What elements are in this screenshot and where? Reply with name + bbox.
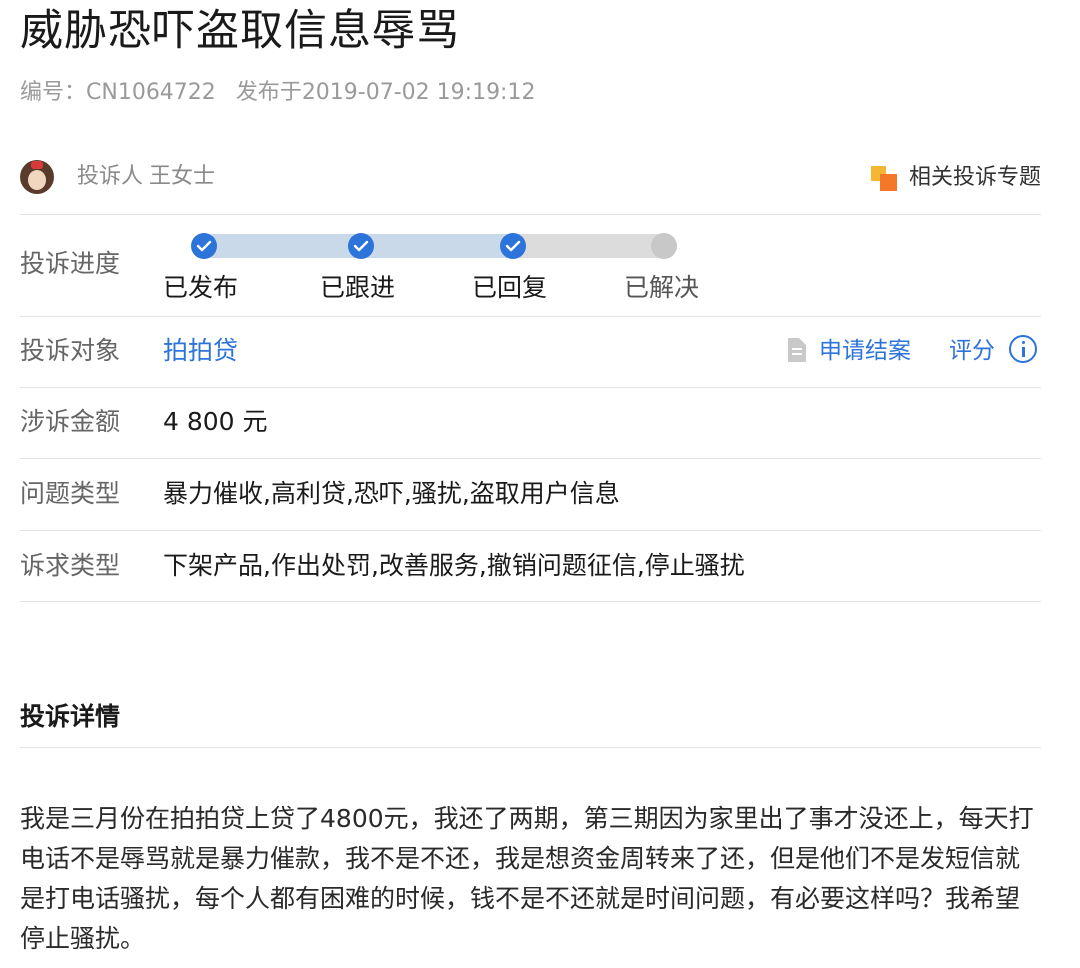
related-topic-link[interactable]: 相关投诉专题 xyxy=(870,163,1041,193)
complainant-row: 投诉人 王女士 相关投诉专题 xyxy=(20,150,1041,215)
demand-type-value: 下架产品,作出处罚,改善服务,撤销问题征信,停止骚扰 xyxy=(163,551,745,580)
complainant-name: 王女士 xyxy=(149,164,216,189)
progress-label: 投诉进度 xyxy=(20,249,121,278)
target-row: 投诉对象 拍拍贷 申请结案 评分 xyxy=(20,317,1041,388)
rate-button[interactable]: 评分 xyxy=(949,334,995,368)
complaint-meta: 编号：CN1064722 发布于2019-07-02 19:19:12 xyxy=(20,78,555,108)
step-published-check-icon xyxy=(191,233,217,259)
step-label-resolved: 已解决 xyxy=(624,273,700,302)
step-label-published: 已发布 xyxy=(163,273,239,302)
avatar[interactable] xyxy=(20,160,54,194)
issue-type-row: 问题类型 暴力催收,高利贷,恐吓,骚扰,盗取用户信息 xyxy=(20,459,1041,531)
issue-type-value: 暴力催收,高利贷,恐吓,骚扰,盗取用户信息 xyxy=(163,479,620,508)
target-actions: 申请结案 评分 xyxy=(788,334,1037,368)
step-label-followed: 已跟进 xyxy=(320,273,396,302)
step-label-replied: 已回复 xyxy=(472,273,548,302)
progress-row: 投诉进度 已发布 已跟进 已回复 已解决 xyxy=(20,215,1041,317)
avatar-face xyxy=(28,170,46,190)
apply-close-label: 申请结案 xyxy=(819,338,911,364)
amount-row: 涉诉金额 4 800 元 xyxy=(20,388,1041,459)
related-topic-label: 相关投诉专题 xyxy=(908,165,1041,190)
complainant-label: 投诉人 xyxy=(77,164,144,189)
complainant: 投诉人 王女士 xyxy=(77,162,215,192)
details-heading: 投诉详情 xyxy=(20,702,121,731)
step-resolved-dot-icon xyxy=(651,233,677,259)
document-icon xyxy=(788,337,806,362)
step-replied-check-icon xyxy=(500,233,526,259)
demand-type-row: 诉求类型 下架产品,作出处罚,改善服务,撤销问题征信,停止骚扰 xyxy=(20,531,1041,602)
details-divider xyxy=(20,747,1041,748)
demand-type-label: 诉求类型 xyxy=(20,551,121,580)
target-label: 投诉对象 xyxy=(20,336,121,365)
step-followed-check-icon xyxy=(348,233,374,259)
complaint-id: 编号：CN1064722 xyxy=(20,80,216,105)
avatar-bow xyxy=(31,161,43,169)
complaint-page: 威胁恐吓盗取信息辱骂 编号：CN1064722 发布于2019-07-02 19:… xyxy=(20,0,1041,968)
apply-close-button[interactable]: 申请结案 xyxy=(788,334,911,368)
issue-type-label: 问题类型 xyxy=(20,479,121,508)
amount-label: 涉诉金额 xyxy=(20,407,121,436)
details-text: 我是三月份在拍拍贷上贷了4800元，我还了两期，第三期因为家里出了事才没还上，每… xyxy=(20,804,1034,953)
amount-value: 4 800 元 xyxy=(163,407,268,436)
info-icon[interactable] xyxy=(1009,334,1037,363)
topic-icon xyxy=(870,164,899,192)
target-company-link[interactable]: 拍拍贷 xyxy=(163,334,238,368)
publish-time: 发布于2019-07-02 19:19:12 xyxy=(235,80,536,105)
page-title: 威胁恐吓盗取信息辱骂 xyxy=(20,6,460,56)
